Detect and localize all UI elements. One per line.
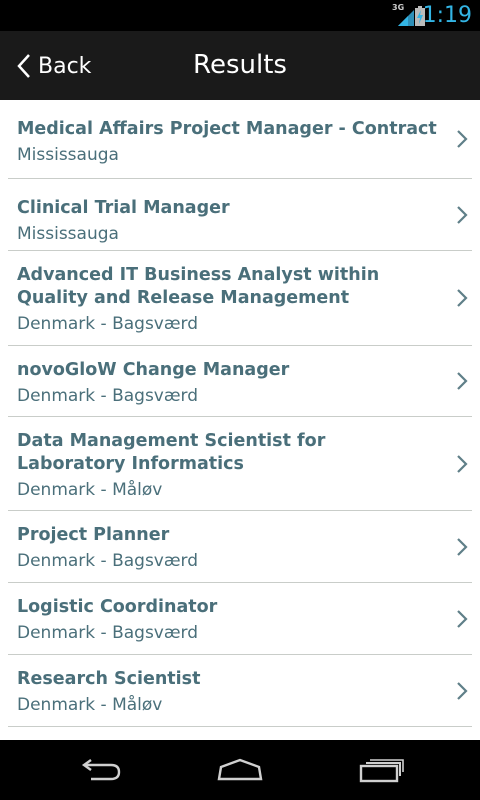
job-location: Mississauga xyxy=(17,145,119,165)
results-list[interactable]: Medical Affairs Project Manager - Contra… xyxy=(0,100,480,740)
job-title: Advanced IT Business Analyst within Qual… xyxy=(17,265,380,308)
action-bar: Back Results xyxy=(0,31,480,101)
job-location: Denmark - Bagsværd xyxy=(17,551,199,571)
page-title: Results xyxy=(193,50,287,80)
nav-home-button[interactable] xyxy=(190,740,290,800)
nav-back-button[interactable] xyxy=(50,740,150,800)
list-item[interactable]: novoGloW Change Manager Denmark - Bagsvæ… xyxy=(8,346,472,417)
list-item[interactable]: Research Scientist Denmark - Måløv xyxy=(8,655,472,727)
job-title: novoGloW Change Manager xyxy=(17,360,290,380)
recent-apps-icon xyxy=(359,759,404,783)
chevron-right-icon xyxy=(457,372,468,390)
job-title: Clinical Trial Manager xyxy=(17,198,230,218)
list-item[interactable]: Logistic Coordinator Denmark - Bagsværd xyxy=(8,583,472,655)
list-item[interactable]: Advanced IT Business Analyst within Qual… xyxy=(8,251,472,346)
list-item[interactable]: Data Management Scientist for Laboratory… xyxy=(8,417,472,511)
network-indicator: 3G xyxy=(392,3,414,27)
job-title: Project Planner xyxy=(17,525,170,545)
list-item[interactable]: Project Planner Denmark - Bagsværd xyxy=(8,511,472,583)
job-location: Denmark - Måløv xyxy=(17,480,163,500)
chevron-right-icon xyxy=(457,454,468,473)
job-location: Denmark - Bagsværd xyxy=(17,623,199,643)
back-nav-icon xyxy=(81,759,121,781)
navigation-bar xyxy=(0,740,480,800)
nav-recent-apps-button[interactable] xyxy=(331,740,431,800)
job-location: Mississauga xyxy=(17,224,119,244)
job-location: Denmark - Måløv xyxy=(17,695,163,715)
job-location: Denmark - Bagsværd xyxy=(17,386,199,406)
chevron-right-icon xyxy=(457,205,468,224)
job-title: Medical Affairs Project Manager - Contra… xyxy=(17,119,437,139)
chevron-right-icon xyxy=(457,130,468,148)
list-item[interactable]: Clinical Trial Manager Mississauga xyxy=(8,179,472,251)
chevron-right-icon xyxy=(457,609,468,628)
home-icon xyxy=(217,758,263,781)
job-location: Denmark - Bagsværd xyxy=(17,314,199,334)
signal-icon xyxy=(398,10,414,26)
chevron-right-icon xyxy=(457,537,468,556)
status-bar: 3G 1:19 xyxy=(0,0,480,31)
chevron-right-icon xyxy=(457,289,468,307)
status-time: 1:19 xyxy=(422,3,472,28)
chevron-right-icon xyxy=(457,681,468,700)
job-title: Logistic Coordinator xyxy=(17,597,218,617)
job-title: Data Management Scientist for Laboratory… xyxy=(17,431,326,474)
list-item[interactable]: Medical Affairs Project Manager - Contra… xyxy=(8,100,472,179)
job-title: Research Scientist xyxy=(17,669,201,689)
